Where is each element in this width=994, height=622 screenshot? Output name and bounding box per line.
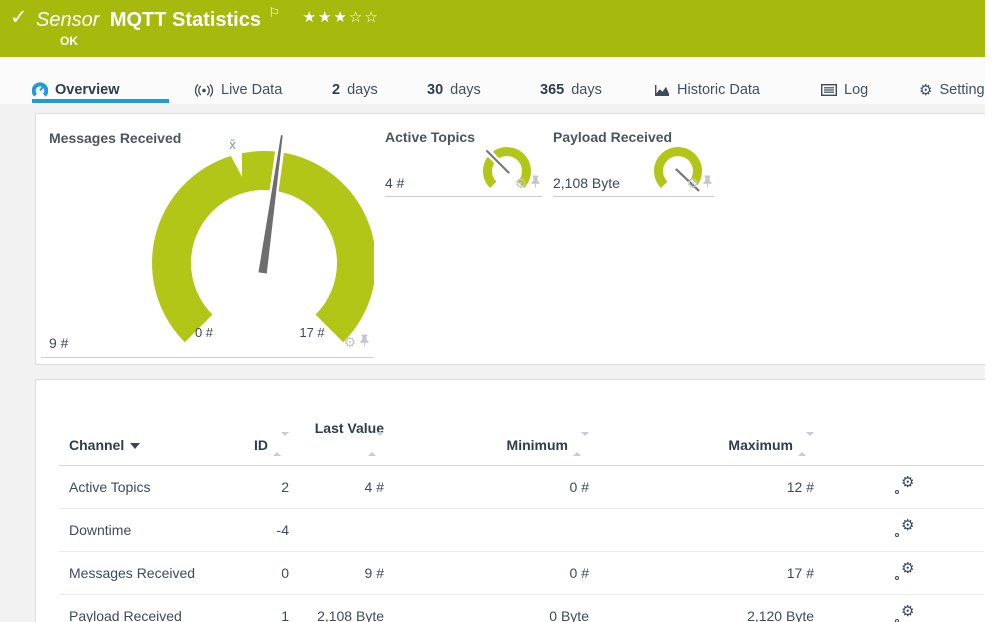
channel-last-value: 2,108 Byte bbox=[299, 594, 394, 622]
messages-received-gauge bbox=[152, 130, 374, 343]
column-header-actions bbox=[824, 420, 984, 466]
flag-icon[interactable]: ⚐ bbox=[268, 6, 280, 21]
channel-last-value bbox=[299, 508, 394, 552]
column-header-minimum[interactable]: Minimum bbox=[394, 420, 599, 466]
sort-desc-icon bbox=[130, 443, 141, 449]
page-title: MQTT Statistics bbox=[109, 9, 261, 31]
priority-stars[interactable]: ★★★☆☆ bbox=[303, 8, 380, 26]
channel-last-value: 9 # bbox=[299, 551, 394, 595]
tab-30-days[interactable]: 30 days bbox=[427, 80, 481, 100]
sensor-header-bar: ✓ Sensor MQTT Statistics ⚐ ★★★☆☆ OK bbox=[0, 0, 985, 57]
channel-name[interactable]: Downtime bbox=[59, 508, 239, 552]
table-row[interactable]: Active Topics 2 4 # 0 # 12 # ⚙ bbox=[59, 465, 984, 509]
table-row[interactable]: Messages Received 0 9 # 0 # 17 # ⚙ bbox=[59, 551, 984, 595]
channel-maximum bbox=[599, 508, 824, 552]
channel-name[interactable]: Payload Received bbox=[59, 594, 239, 622]
pin-icon[interactable] bbox=[359, 334, 370, 352]
channel-settings-icon[interactable]: ⚙ bbox=[894, 516, 915, 538]
channel-minimum bbox=[394, 508, 599, 552]
stars-filled[interactable]: ★★★ bbox=[303, 8, 349, 26]
gauge-title: Messages Received bbox=[49, 130, 182, 146]
gauge-max-label: 17 # bbox=[299, 325, 325, 340]
channel-minimum: 0 Byte bbox=[394, 594, 599, 622]
tab-bar: Overview Live Data 2 days 30 days 365 da… bbox=[0, 57, 992, 104]
average-marker-label: x̄ bbox=[229, 138, 237, 152]
channel-id: 1 bbox=[239, 594, 299, 622]
content-area: Messages Received x̄ 0 # 17 # 9 # ⚙ Acti… bbox=[0, 104, 994, 622]
channel-settings-icon[interactable]: ⚙ bbox=[894, 602, 915, 622]
sort-icon bbox=[273, 432, 289, 456]
sort-icon bbox=[798, 432, 814, 456]
channel-maximum: 17 # bbox=[599, 551, 824, 595]
channel-minimum: 0 # bbox=[394, 551, 599, 595]
channel-gear-icon[interactable]: ⚙ bbox=[514, 177, 527, 191]
tab-365-days[interactable]: 365 days bbox=[540, 80, 602, 100]
channel-id: 2 bbox=[239, 465, 299, 509]
table-row[interactable]: Downtime -4 ⚙ bbox=[59, 508, 984, 552]
channel-name[interactable]: Messages Received bbox=[59, 551, 239, 595]
tab-2-days[interactable]: 2 days bbox=[332, 80, 378, 100]
status-check-icon: ✓ bbox=[10, 5, 28, 29]
channel-maximum: 12 # bbox=[599, 465, 824, 509]
channel-last-value: 4 # bbox=[299, 465, 394, 509]
channel-gear-icon[interactable]: ⚙ bbox=[686, 177, 699, 191]
channel-id: -4 bbox=[239, 508, 299, 552]
sort-icon bbox=[573, 432, 589, 456]
channel-gear-icon[interactable]: ⚙ bbox=[343, 336, 356, 350]
log-list-icon bbox=[821, 84, 837, 96]
status-badge: OK bbox=[60, 34, 78, 48]
gauge-tile-payload-received: Payload Received 2,108 Byte ⚙ bbox=[553, 128, 714, 197]
active-tab-underline bbox=[32, 99, 169, 103]
gauge-current-value: 4 # bbox=[385, 175, 405, 191]
channel-minimum: 0 # bbox=[394, 465, 599, 509]
table-header-row: Channel ID Last Value Minimum Maximum bbox=[59, 420, 984, 466]
area-chart-icon bbox=[654, 84, 670, 97]
stars-empty[interactable]: ☆☆ bbox=[349, 8, 380, 26]
channel-id: 0 bbox=[239, 551, 299, 595]
broadcast-icon bbox=[194, 83, 214, 97]
channel-name[interactable]: Active Topics bbox=[59, 465, 239, 509]
pin-icon[interactable] bbox=[530, 175, 541, 193]
gauge-current-value: 9 # bbox=[49, 335, 69, 351]
column-header-last-value[interactable]: Last Value bbox=[299, 420, 394, 466]
channels-table-panel: Channel ID Last Value Minimum Maximum Ac… bbox=[35, 379, 994, 622]
sensor-title-line: Sensor MQTT Statistics ⚐ ★★★☆☆ bbox=[36, 6, 380, 32]
tab-settings[interactable]: ⚙ Settings bbox=[919, 80, 992, 100]
channels-table: Channel ID Last Value Minimum Maximum Ac… bbox=[59, 420, 984, 622]
gauge-title: Active Topics bbox=[385, 129, 475, 145]
tab-live-data[interactable]: Live Data bbox=[194, 80, 282, 100]
channel-settings-icon[interactable]: ⚙ bbox=[894, 559, 915, 581]
gauge-current-value: 2,108 Byte bbox=[553, 175, 620, 191]
tab-overview[interactable]: Overview bbox=[32, 80, 120, 100]
tab-historic-data[interactable]: Historic Data bbox=[654, 80, 760, 100]
sort-icon bbox=[368, 432, 384, 456]
gauge-tile-messages-received: Messages Received x̄ 0 # 17 # 9 # ⚙ bbox=[41, 120, 374, 358]
scrollbar-track[interactable] bbox=[985, 0, 994, 622]
table-row[interactable]: Payload Received 1 2,108 Byte 0 Byte 2,1… bbox=[59, 594, 984, 622]
pin-icon[interactable] bbox=[702, 175, 713, 193]
column-header-id[interactable]: ID bbox=[239, 420, 299, 466]
tab-log[interactable]: Log bbox=[821, 80, 868, 100]
object-type-label: Sensor bbox=[36, 9, 100, 31]
overview-gauges-panel: Messages Received x̄ 0 # 17 # 9 # ⚙ Acti… bbox=[35, 113, 994, 365]
column-header-maximum[interactable]: Maximum bbox=[599, 420, 824, 466]
column-header-channel[interactable]: Channel bbox=[59, 420, 239, 466]
gauge-icon bbox=[32, 82, 48, 98]
channel-settings-icon[interactable]: ⚙ bbox=[894, 473, 915, 495]
channel-maximum: 2,120 Byte bbox=[599, 594, 824, 622]
gear-icon: ⚙ bbox=[919, 81, 933, 99]
gauge-tile-active-topics: Active Topics 4 # ⚙ bbox=[385, 128, 542, 197]
gauge-min-label: 0 # bbox=[194, 325, 214, 340]
